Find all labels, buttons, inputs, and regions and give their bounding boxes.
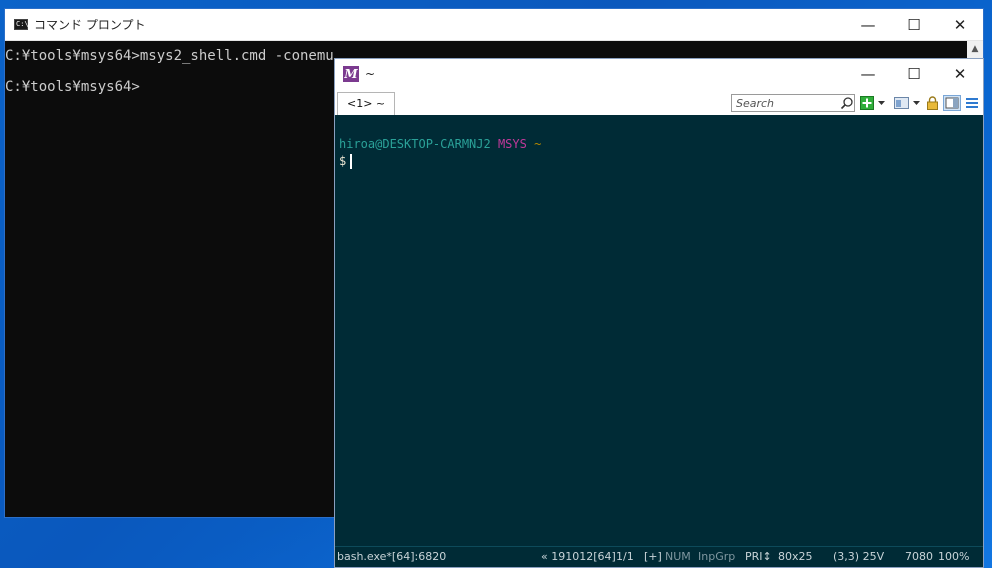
status-pid[interactable]: 7080 — [905, 550, 933, 563]
scroll-up-arrow-icon[interactable]: ▲ — [967, 41, 983, 57]
split-view-dropdown-icon[interactable] — [912, 96, 921, 110]
status-cursor-pos[interactable]: (3,3) 25V — [833, 550, 884, 563]
lock-icon[interactable] — [926, 96, 939, 110]
status-version[interactable]: « 191012[64] — [541, 550, 616, 563]
prompt-line: hiroa@DESKTOP-CARMNJ2 MSYS ~ — [339, 137, 541, 151]
terminal-area[interactable]: hiroa@DESKTOP-CARMNJ2 MSYS ~ $ — [335, 115, 983, 547]
status-zoom[interactable]: 100% — [938, 550, 969, 563]
status-inpgrp[interactable]: InpGrp — [698, 550, 735, 563]
cmd-app-icon: C:\ — [14, 19, 29, 30]
cmd-window-title: コマンド プロンプト — [34, 18, 146, 32]
conemu-window[interactable]: M ~ — ☐ ✕ <1> ~ Search hiroa@DESKTOP-CAR… — [334, 58, 984, 568]
conemu-titlebar[interactable]: M ~ — ☐ ✕ — [335, 59, 983, 89]
status-plus[interactable]: [+] — [644, 550, 662, 563]
cmd-titlebar[interactable]: C:\ コマンド プロンプト — ☐ ✕ — [5, 9, 983, 41]
status-priority[interactable]: PRI↕ — [745, 550, 772, 563]
conemu-window-title: ~ — [365, 67, 376, 81]
text-cursor — [350, 154, 353, 169]
prompt-path: ~ — [534, 137, 542, 151]
console-tab[interactable]: <1> ~ — [337, 92, 396, 115]
menu-icon[interactable] — [965, 96, 979, 110]
status-num[interactable]: NUM — [665, 550, 691, 563]
conemu-toolbar: <1> ~ — [335, 89, 983, 115]
new-console-dropdown-icon[interactable] — [877, 96, 886, 110]
split-view-icon[interactable] — [894, 96, 909, 110]
conemu-maximize-button[interactable]: ☐ — [891, 59, 937, 89]
status-size[interactable]: 80x25 — [778, 550, 813, 563]
cmd-minimize-button[interactable]: — — [845, 9, 891, 40]
prompt-user-host: hiroa@DESKTOP-CARMNJ2 — [339, 137, 491, 151]
search-icon[interactable] — [840, 96, 854, 110]
cmd-maximize-button[interactable]: ☐ — [891, 9, 937, 40]
prompt-env: MSYS — [497, 137, 527, 151]
conemu-app-icon: M — [343, 66, 359, 82]
status-process[interactable]: bash.exe*[64]:6820 — [337, 550, 446, 563]
status-console-index[interactable]: 1/1 — [616, 550, 634, 563]
cmd-close-button[interactable]: ✕ — [937, 9, 983, 40]
conemu-close-button[interactable]: ✕ — [937, 59, 983, 89]
search-input[interactable] — [732, 96, 840, 110]
status-bar: bash.exe*[64]:6820 « 191012[64] 1/1 [+] … — [335, 546, 983, 567]
command-line[interactable]: $ — [339, 154, 353, 169]
prompt-symbol: $ — [339, 154, 347, 168]
new-console-icon[interactable] — [860, 95, 874, 111]
conemu-minimize-button[interactable]: — — [845, 59, 891, 89]
search-box[interactable] — [731, 94, 855, 112]
panel-toggle-icon[interactable] — [943, 95, 961, 111]
